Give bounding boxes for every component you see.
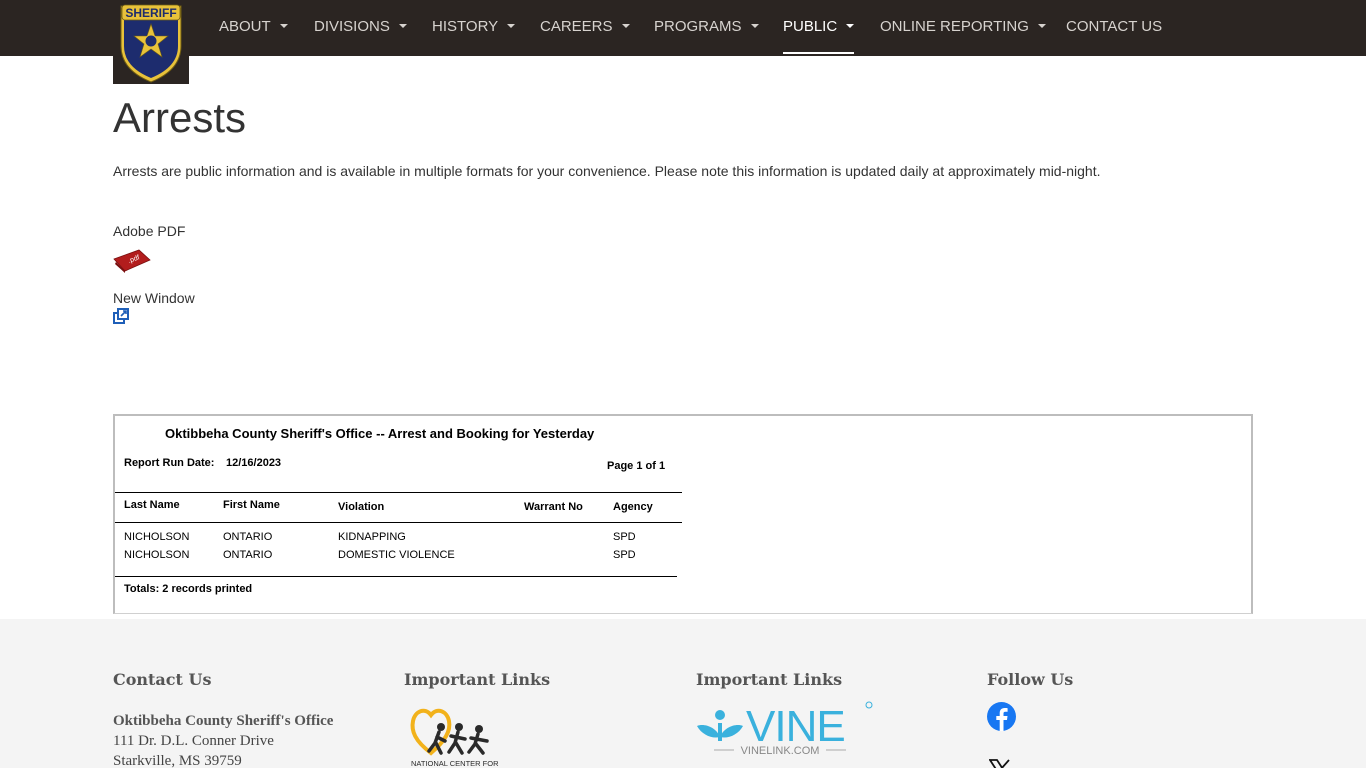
cell-agency: SPD <box>613 531 636 543</box>
chevron-down-icon <box>398 24 407 29</box>
nav-divisions[interactable]: DIVISIONS <box>314 0 407 56</box>
report-title: Oktibbeha County Sheriff's Office -- Arr… <box>165 426 595 441</box>
footer-address-line1: 111 Dr. D.L. Conner Drive <box>113 733 274 749</box>
nav-contact-us[interactable]: CONTACT US <box>1066 0 1162 56</box>
new-window-icon[interactable] <box>113 308 129 324</box>
chevron-down-icon <box>279 24 288 29</box>
cell-last-name: NICHOLSON <box>124 549 190 561</box>
cell-first-name: ONTARIO <box>223 549 273 561</box>
footer-links-heading-2: Important Links <box>696 670 843 689</box>
nav-programs[interactable]: PROGRAMS <box>654 0 759 56</box>
chevron-down-icon <box>621 24 630 29</box>
nav-careers[interactable]: CAREERS <box>540 0 630 56</box>
chevron-down-icon <box>846 24 855 29</box>
nav-programs-label: PROGRAMS <box>654 18 742 35</box>
report-run-date-label: Report Run Date: <box>124 457 215 469</box>
footer: Contact Us Oktibbeha County Sheriff's Of… <box>0 619 1366 768</box>
report-totals: Totals: 2 records printed <box>124 583 253 595</box>
col-agency: Agency <box>613 501 653 513</box>
nav-contact-us-label: CONTACT US <box>1066 18 1163 35</box>
cell-agency: SPD <box>613 549 636 561</box>
chevron-down-icon <box>1037 24 1046 29</box>
vine-logo-link[interactable]: VINE VINELINK.COM <box>696 699 876 759</box>
nav-careers-label: CAREERS <box>540 18 613 35</box>
nav-public-label: PUBLIC <box>783 18 838 35</box>
sheriff-badge-logo[interactable]: SHERIFF <box>113 0 189 84</box>
nav-history[interactable]: HISTORY <box>432 0 516 56</box>
new-window-label: New Window <box>113 290 195 306</box>
footer-office-name: Oktibbeha County Sheriff's Office <box>113 713 334 729</box>
report-divider <box>115 576 677 577</box>
report-run-date: 12/16/2023 <box>226 457 282 469</box>
cell-violation: DOMESTIC VIOLENCE <box>338 549 455 561</box>
chevron-down-icon <box>507 24 516 29</box>
col-first-name: First Name <box>223 499 280 511</box>
arrest-report-frame[interactable]: Oktibbeha County Sheriff's Office -- Arr… <box>113 414 1253 614</box>
report-divider <box>115 522 682 523</box>
nav-divisions-label: DIVISIONS <box>314 18 390 35</box>
cell-last-name: NICHOLSON <box>124 531 190 543</box>
nav-public[interactable]: PUBLIC <box>783 0 855 56</box>
report-page-info: Page 1 of 1 <box>607 460 666 472</box>
nav-online-reporting[interactable]: ONLINE REPORTING <box>880 0 1046 56</box>
page-title: Arrests <box>113 94 247 141</box>
ncmec-logo-text: NATIONAL CENTER FOR <box>411 759 499 768</box>
report-divider <box>115 492 682 493</box>
adobe-pdf-label: Adobe PDF <box>113 223 186 239</box>
footer-links-heading-1: Important Links <box>404 670 551 689</box>
cell-first-name: ONTARIO <box>223 531 273 543</box>
vine-subtext: VINELINK.COM <box>741 745 820 757</box>
facebook-icon[interactable] <box>987 702 1016 731</box>
intro-text: Arrests are public information and is av… <box>113 163 1101 179</box>
top-navbar: ABOUT DIVISIONS HISTORY CAREERS PROGRAMS… <box>0 0 1366 56</box>
nav-history-label: HISTORY <box>432 18 499 35</box>
chevron-down-icon <box>750 24 759 29</box>
nav-about[interactable]: ABOUT <box>219 0 288 56</box>
pdf-icon[interactable]: .pdf <box>113 247 151 273</box>
ncmec-logo-link[interactable]: NATIONAL CENTER FOR <box>409 703 499 768</box>
col-warrant-no: Warrant No <box>524 501 583 513</box>
nav-online-reporting-label: ONLINE REPORTING <box>880 18 1029 35</box>
footer-contact-heading: Contact Us <box>113 670 212 689</box>
logo-text: SHERIFF <box>125 6 176 20</box>
vine-logo-text: VINE <box>746 702 845 751</box>
cell-violation: KIDNAPPING <box>338 531 406 543</box>
nav-about-label: ABOUT <box>219 18 271 35</box>
col-violation: Violation <box>338 501 385 513</box>
footer-follow-heading: Follow Us <box>987 670 1074 689</box>
col-last-name: Last Name <box>124 499 180 511</box>
x-twitter-icon[interactable] <box>989 759 1011 768</box>
footer-address-line2: Starkville, MS 39759 <box>113 753 242 768</box>
